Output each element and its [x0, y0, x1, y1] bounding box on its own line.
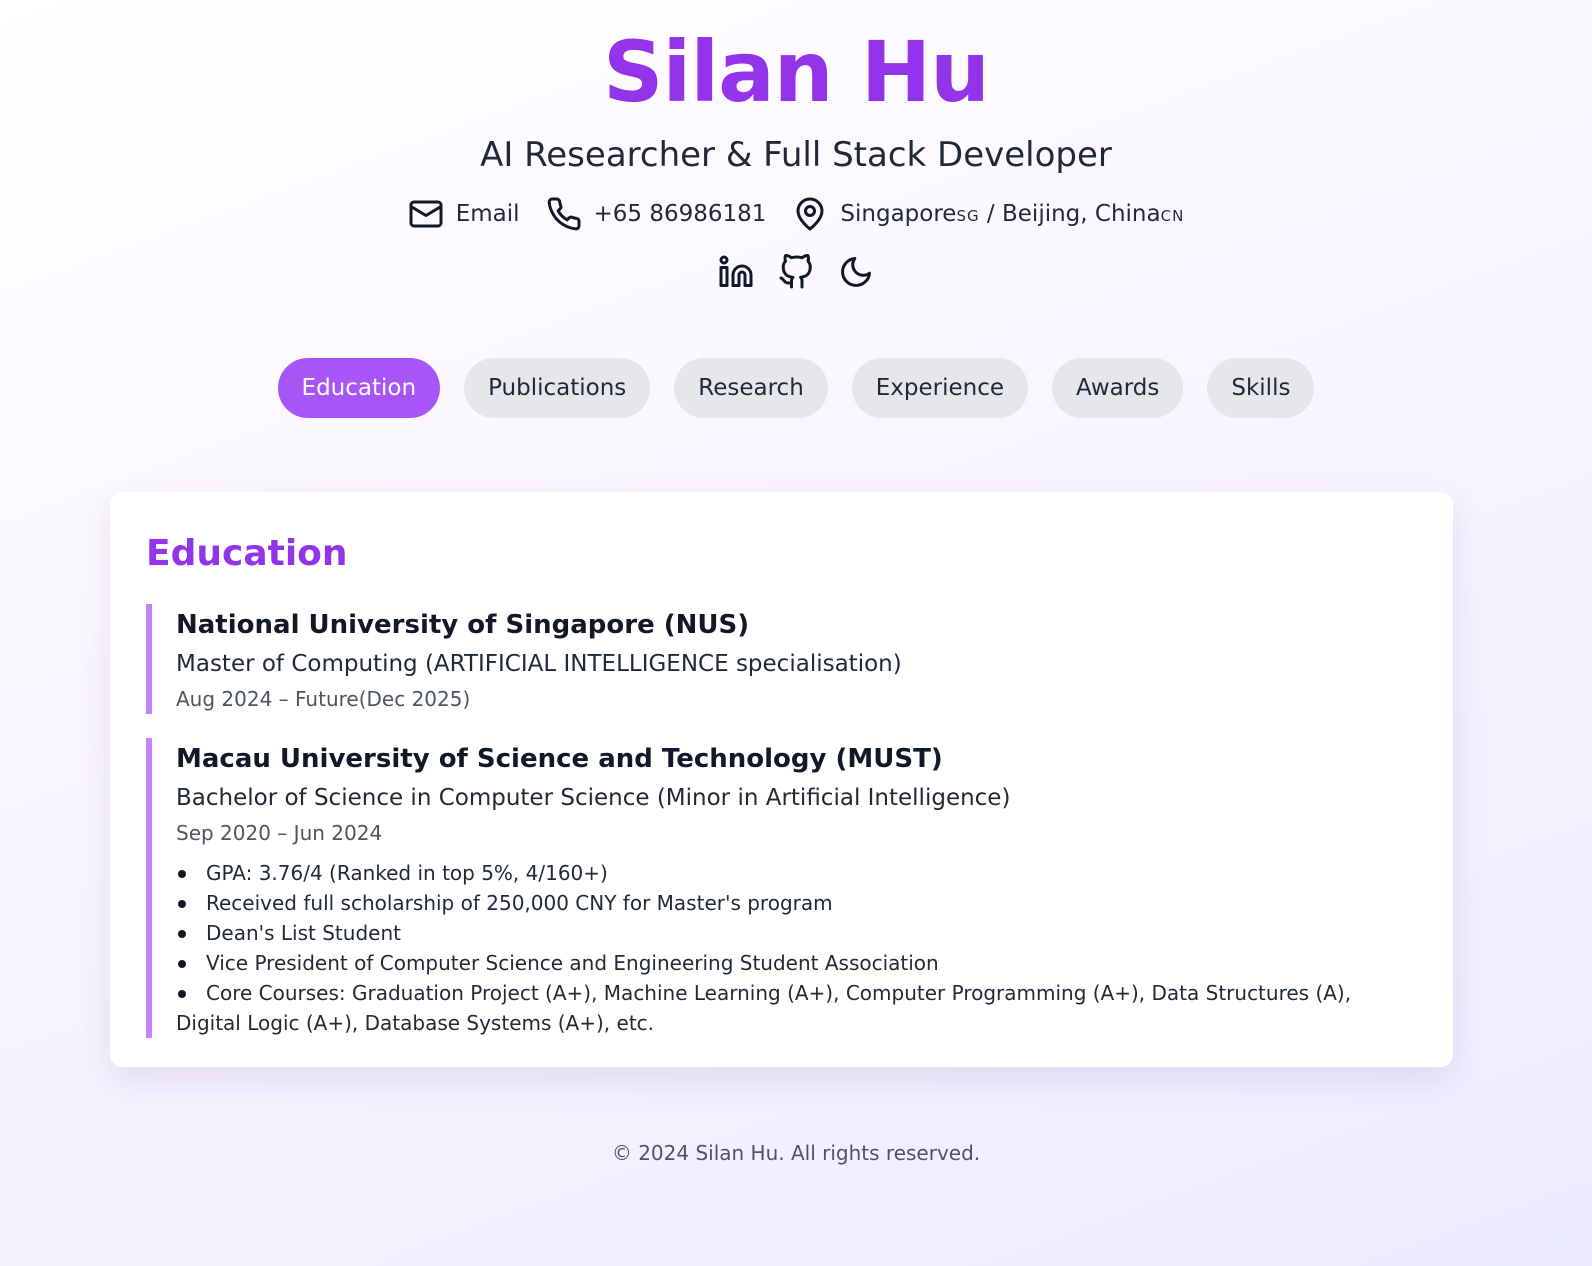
- degree: Bachelor of Science in Computer Science …: [176, 785, 1011, 811]
- location-1-code: SG: [956, 207, 980, 225]
- footer-copyright: © 2024 Silan Hu. All rights reserved.: [611, 1141, 981, 1165]
- location-2: Beijing, China: [1002, 201, 1161, 227]
- date-range: Aug 2024 – Future(Dec 2025): [176, 687, 471, 711]
- profile-name: Silan Hu: [603, 23, 990, 121]
- profile-title: AI Researcher & Full Stack Developer: [480, 135, 1112, 175]
- achievement-item: GPA: 3.76/4 (Ranked in top 5%, 4/160+): [176, 858, 1417, 888]
- education-entry: National University of Singapore (NUS) M…: [146, 604, 1417, 714]
- education-card: Education National University of Singapo…: [110, 492, 1453, 1067]
- linkedin-icon: [719, 255, 753, 287]
- tab-publications[interactable]: Publications: [464, 358, 651, 418]
- tab-awards[interactable]: Awards: [1052, 358, 1184, 418]
- contact-row: Email +65 86986181 SingaporeSG / Beijing…: [0, 196, 1592, 232]
- email-link[interactable]: Email: [408, 196, 520, 232]
- social-row: [0, 254, 1592, 290]
- tab-education[interactable]: Education: [277, 358, 441, 418]
- section-tabs: Education Publications Research Experien…: [0, 358, 1592, 418]
- theme-toggle[interactable]: [838, 254, 874, 290]
- moon-icon: [841, 257, 871, 287]
- location: SingaporeSG / Beijing, ChinaCN: [792, 196, 1184, 232]
- github-link[interactable]: [778, 254, 814, 290]
- achievement-item: Vice President of Computer Science and E…: [176, 948, 1417, 978]
- education-entry: Macau University of Science and Technolo…: [146, 738, 1417, 1038]
- institution-name: Macau University of Science and Technolo…: [176, 744, 943, 774]
- phone-link[interactable]: +65 86986181: [546, 196, 767, 232]
- email-label: Email: [455, 201, 520, 227]
- phone-icon: [547, 197, 581, 231]
- achievement-item: Core Courses: Graduation Project (A+), M…: [176, 978, 1417, 1038]
- linkedin-link[interactable]: [718, 254, 754, 290]
- achievement-item: Dean's List Student: [176, 918, 1417, 948]
- location-text: SingaporeSG / Beijing, ChinaCN: [840, 201, 1184, 227]
- date-range: Sep 2020 – Jun 2024: [176, 821, 383, 845]
- mail-icon: [409, 200, 443, 228]
- header: Silan Hu AI Researcher & Full Stack Deve…: [0, 0, 1592, 418]
- degree: Master of Computing (ARTIFICIAL INTELLIG…: [176, 651, 902, 677]
- location-1: Singapore: [840, 201, 957, 227]
- map-pin-icon: [796, 197, 824, 231]
- location-separator: /: [979, 201, 1002, 227]
- tab-experience[interactable]: Experience: [851, 358, 1029, 418]
- institution-name: National University of Singapore (NUS): [176, 610, 750, 640]
- location-2-code: CN: [1160, 207, 1185, 225]
- phone-number: +65 86986181: [593, 201, 767, 227]
- github-icon: [779, 254, 812, 289]
- tab-research[interactable]: Research: [674, 358, 828, 418]
- achievement-list: GPA: 3.76/4 (Ranked in top 5%, 4/160+) R…: [176, 858, 1417, 1038]
- section-title: Education: [146, 533, 348, 574]
- tab-skills[interactable]: Skills: [1207, 358, 1315, 418]
- achievement-item: Received full scholarship of 250,000 CNY…: [176, 888, 1417, 918]
